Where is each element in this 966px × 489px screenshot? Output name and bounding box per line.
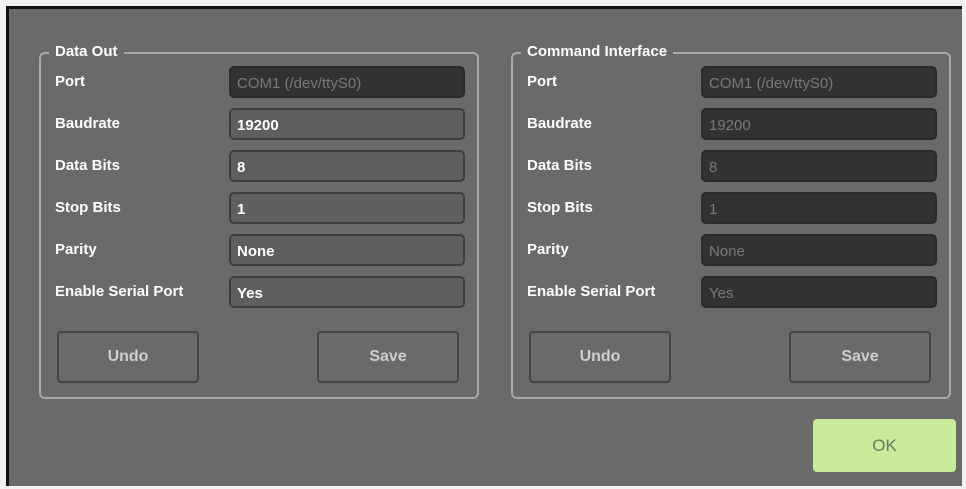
enable-serial-port-label: Enable Serial Port (527, 283, 656, 300)
port-label: Port (55, 73, 85, 90)
cmd-undo-button[interactable]: Undo (529, 331, 671, 383)
data-out-enable-field[interactable]: Yes (229, 276, 465, 308)
data-out-enable-row: Enable Serial Port Yes (49, 276, 469, 309)
cmd-port-row: Port COM1 (/dev/ttyS0) (521, 66, 941, 99)
stop-bits-label: Stop Bits (55, 199, 121, 216)
cmd-enable-row: Enable Serial Port Yes (521, 276, 941, 309)
baudrate-label: Baudrate (55, 115, 121, 132)
baudrate-label: Baudrate (527, 115, 593, 132)
cmd-parity-field: None (701, 234, 937, 266)
cmd-save-button[interactable]: Save (789, 331, 931, 383)
data-out-data-bits-row: Data Bits 8 (49, 150, 469, 183)
cmd-data-bits-row: Data Bits 8 (521, 150, 941, 183)
data-out-baudrate-row: Baudrate 19200 (49, 108, 469, 141)
ok-button[interactable]: OK (813, 419, 956, 472)
data-bits-label: Data Bits (527, 157, 593, 174)
data-out-title: Data Out (49, 43, 124, 61)
parity-label: Parity (527, 241, 569, 258)
cmd-parity-row: Parity None (521, 234, 941, 267)
cmd-stop-bits-row: Stop Bits 1 (521, 192, 941, 225)
data-out-port-field: COM1 (/dev/ttyS0) (229, 66, 465, 98)
command-interface-group: Command Interface Port COM1 (/dev/ttyS0)… (511, 43, 951, 399)
data-out-undo-button[interactable]: Undo (57, 331, 199, 383)
data-out-group: Data Out Port COM1 (/dev/ttyS0) Baudrate… (39, 43, 479, 399)
enable-serial-port-label: Enable Serial Port (55, 283, 184, 300)
data-out-baudrate-field[interactable]: 19200 (229, 108, 465, 140)
data-bits-label: Data Bits (55, 157, 121, 174)
data-out-port-row: Port COM1 (/dev/ttyS0) (49, 66, 469, 99)
command-interface-title: Command Interface (521, 43, 674, 61)
parity-label: Parity (55, 241, 97, 258)
data-out-save-button[interactable]: Save (317, 331, 459, 383)
data-out-parity-field[interactable]: None (229, 234, 465, 266)
cmd-enable-field: Yes (701, 276, 937, 308)
cmd-data-bits-field: 8 (701, 150, 937, 182)
port-label: Port (527, 73, 557, 90)
stop-bits-label: Stop Bits (527, 199, 593, 216)
serial-settings-dialog: Data Out Port COM1 (/dev/ttyS0) Baudrate… (6, 6, 962, 486)
data-out-parity-row: Parity None (49, 234, 469, 267)
cmd-baudrate-field: 19200 (701, 108, 937, 140)
cmd-stop-bits-field: 1 (701, 192, 937, 224)
data-out-data-bits-field[interactable]: 8 (229, 150, 465, 182)
cmd-port-field: COM1 (/dev/ttyS0) (701, 66, 937, 98)
cmd-baudrate-row: Baudrate 19200 (521, 108, 941, 141)
data-out-stop-bits-row: Stop Bits 1 (49, 192, 469, 225)
data-out-stop-bits-field[interactable]: 1 (229, 192, 465, 224)
